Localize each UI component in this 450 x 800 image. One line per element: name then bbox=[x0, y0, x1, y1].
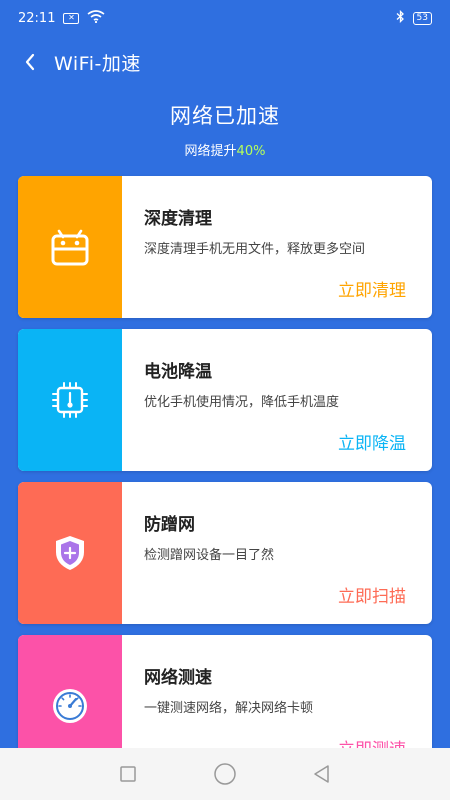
card-title: 网络测速 bbox=[144, 668, 212, 688]
back-nav-button[interactable] bbox=[307, 759, 337, 789]
card-title: 深度清理 bbox=[144, 209, 212, 229]
wifi-icon bbox=[87, 9, 105, 27]
battery-indicator: 53 bbox=[412, 11, 432, 25]
card-title: 防蹭网 bbox=[144, 515, 195, 535]
shield-icon bbox=[56, 536, 84, 570]
card-battery-cool[interactable]: 电池降温 优化手机使用情况，降低手机温度 立即降温 bbox=[18, 329, 432, 471]
boost-percent: 40% bbox=[236, 144, 266, 159]
chip-thermometer-icon bbox=[52, 382, 88, 418]
cool-now-button[interactable]: 立即降温 bbox=[338, 429, 406, 454]
app-bar: WiFi-加速 bbox=[0, 44, 450, 80]
card-description: 检测蹭网设备一目了然 bbox=[144, 548, 275, 563]
status-right: 53 bbox=[396, 9, 432, 27]
card-side bbox=[18, 329, 122, 471]
home-button[interactable] bbox=[210, 759, 240, 789]
bluetooth-icon bbox=[396, 9, 405, 27]
hero-subtitle-label: 网络提升 bbox=[184, 144, 237, 159]
card-description: 优化手机使用情况，降低手机温度 bbox=[144, 395, 340, 410]
card-deep-clean[interactable]: 深度清理 深度清理手机无用文件，释放更多空间 立即清理 bbox=[18, 176, 432, 318]
recent-apps-icon bbox=[120, 766, 137, 782]
page-title: WiFi-加速 bbox=[54, 52, 141, 75]
back-button[interactable] bbox=[18, 50, 42, 74]
recent-apps-button[interactable] bbox=[113, 759, 143, 789]
notification-icon: ✕ bbox=[63, 12, 80, 24]
card-side bbox=[18, 482, 122, 624]
hero-subtitle: 网络提升40% bbox=[0, 140, 450, 159]
card-description: 一键测速网络，解决网络卡顿 bbox=[144, 701, 314, 716]
status-left: 22:11 ✕ bbox=[18, 9, 105, 27]
hero-title: 网络已加速 bbox=[170, 104, 280, 128]
card-description: 深度清理手机无用文件，释放更多空间 bbox=[144, 242, 366, 257]
chevron-left-icon bbox=[25, 53, 35, 71]
status-time: 22:11 bbox=[18, 10, 56, 26]
home-icon bbox=[214, 763, 236, 785]
back-triangle-icon bbox=[313, 765, 329, 783]
scan-now-button[interactable]: 立即扫描 bbox=[338, 582, 406, 607]
card-anti-leech[interactable]: 防蹭网 检测蹭网设备一目了然 立即扫描 bbox=[18, 482, 432, 624]
clean-now-button[interactable]: 立即清理 bbox=[338, 276, 406, 301]
android-icon bbox=[51, 229, 89, 266]
speedometer-icon bbox=[53, 689, 87, 723]
card-title: 电池降温 bbox=[144, 362, 212, 382]
system-nav-bar bbox=[0, 748, 450, 800]
status-bar: 22:11 ✕ 53 bbox=[0, 0, 450, 36]
card-side bbox=[18, 176, 122, 318]
